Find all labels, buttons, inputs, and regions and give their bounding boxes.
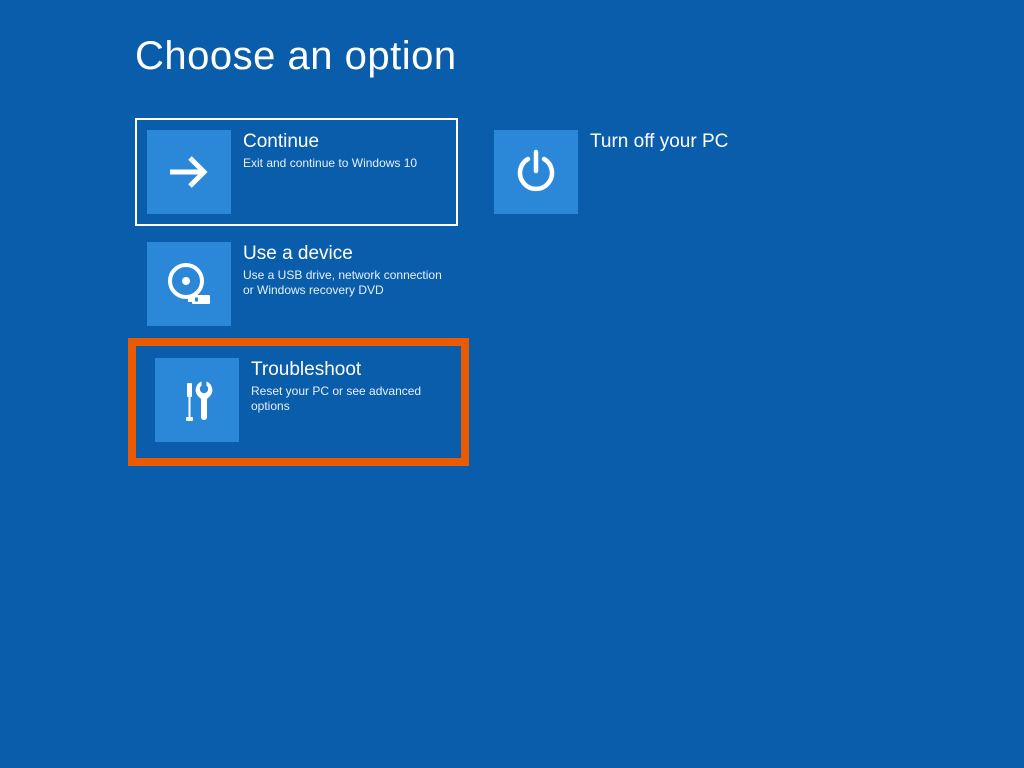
- option-troubleshoot[interactable]: Troubleshoot Reset your PC or see advanc…: [128, 338, 469, 466]
- page-title: Choose an option: [135, 34, 457, 79]
- option-continue[interactable]: Continue Exit and continue to Windows 10: [135, 118, 458, 226]
- tools-icon: [155, 358, 239, 442]
- option-desc: Use a USB drive, network connection or W…: [243, 268, 446, 298]
- option-desc: Reset your PC or see advanced options: [251, 384, 449, 414]
- power-icon: [494, 130, 578, 214]
- recovery-environment-page: Choose an option Continue Exit and conti…: [0, 0, 1024, 768]
- option-turn-off[interactable]: Turn off your PC: [482, 118, 805, 226]
- option-title: Continue: [243, 130, 446, 154]
- disc-usb-icon: [147, 242, 231, 326]
- option-use-device[interactable]: Use a device Use a USB drive, network co…: [135, 230, 458, 338]
- option-text: Continue Exit and continue to Windows 10: [231, 130, 446, 171]
- option-text: Troubleshoot Reset your PC or see advanc…: [239, 358, 449, 414]
- option-text: Use a device Use a USB drive, network co…: [231, 242, 446, 298]
- option-title: Use a device: [243, 242, 446, 266]
- option-title: Turn off your PC: [590, 130, 793, 154]
- option-text: Turn off your PC: [578, 130, 793, 156]
- option-desc: Exit and continue to Windows 10: [243, 156, 446, 171]
- option-title: Troubleshoot: [251, 358, 449, 382]
- arrow-right-icon: [147, 130, 231, 214]
